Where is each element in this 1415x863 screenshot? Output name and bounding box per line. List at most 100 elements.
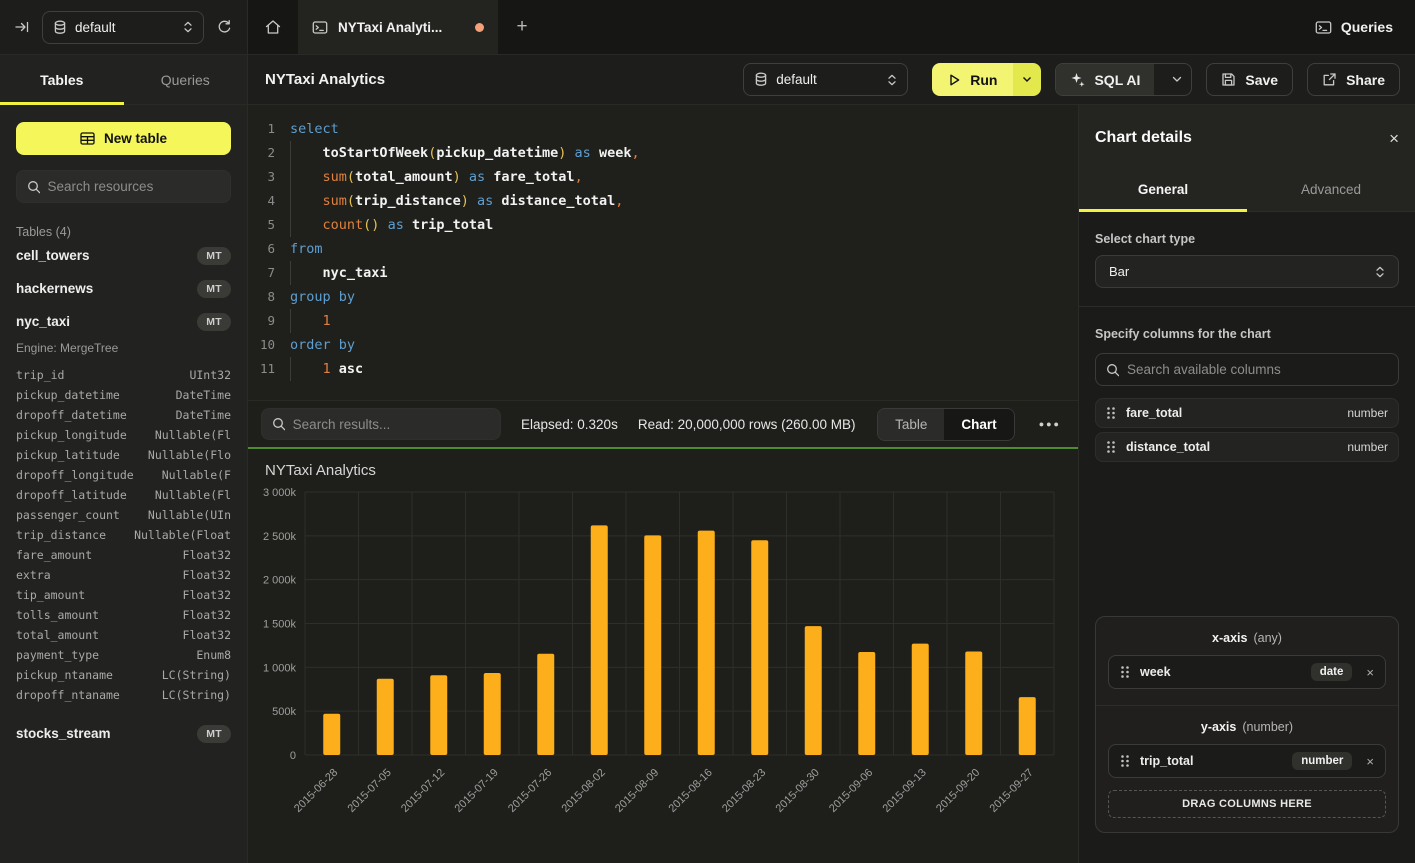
- table-list: cell_towersMThackernewsMTnyc_taxiMTEngin…: [16, 239, 231, 750]
- chart-bar[interactable]: [858, 652, 875, 755]
- column-row: extraFloat32: [16, 565, 231, 585]
- y-tick-label: 2 500k: [263, 531, 297, 543]
- x-tick-label: 2015-08-16: [667, 767, 715, 815]
- tab-advanced[interactable]: Advanced: [1247, 168, 1415, 211]
- unsaved-dot: [475, 23, 484, 32]
- chart-bar[interactable]: [698, 531, 715, 755]
- y-axis-chip-name: trip_total: [1140, 754, 1282, 768]
- sql-ai-label: SQL AI: [1094, 72, 1140, 88]
- view-chart-button[interactable]: Chart: [944, 409, 1013, 440]
- chart-bar[interactable]: [805, 626, 822, 755]
- column-kind: number: [1347, 440, 1388, 454]
- x-axis-chip-name: week: [1140, 665, 1301, 679]
- chart-bar[interactable]: [912, 644, 929, 755]
- columns-search-input[interactable]: [1127, 362, 1388, 377]
- available-column-distance_total[interactable]: distance_total number: [1095, 432, 1399, 462]
- sidebar-tab-tables[interactable]: Tables: [0, 55, 124, 104]
- column-row: dropoff_latitudeNullable(Fl: [16, 485, 231, 505]
- topbar-database-select[interactable]: default: [42, 11, 204, 44]
- run-label: Run: [970, 72, 997, 88]
- close-icon[interactable]: ×: [1389, 130, 1399, 147]
- x-axis-chip[interactable]: week date ×: [1108, 655, 1386, 689]
- collapse-sidebar-icon[interactable]: [14, 19, 30, 35]
- chart-type-select[interactable]: Bar: [1095, 255, 1399, 288]
- tab-strip: NYTaxi Analyti... +: [248, 0, 1293, 54]
- search-icon: [272, 417, 285, 431]
- chart-bar[interactable]: [1019, 697, 1036, 755]
- drag-handle-icon: [1120, 665, 1130, 679]
- remove-icon[interactable]: ×: [1366, 754, 1374, 769]
- sql-editor[interactable]: 1select2 toStartOfWeek(pickup_datetime) …: [248, 105, 1078, 400]
- table-item-nyc_taxi[interactable]: nyc_taxiMT: [16, 305, 231, 338]
- results-chart-card: NYTaxi Analytics 0500k1 000k1 500k2 000k…: [248, 447, 1078, 863]
- chart-bar[interactable]: [644, 535, 661, 755]
- share-label: Share: [1346, 72, 1385, 88]
- x-axis-chip-type: date: [1311, 663, 1353, 681]
- x-tick-label: 2015-08-30: [774, 767, 822, 815]
- chart-bar[interactable]: [484, 673, 501, 755]
- sql-ai-options-button[interactable]: [1163, 64, 1191, 95]
- chevron-down-icon: [1172, 76, 1182, 83]
- column-row: fare_amountFloat32: [16, 545, 231, 565]
- table-item-stocks_stream[interactable]: stocks_streamMT: [16, 717, 231, 750]
- share-button[interactable]: Share: [1307, 63, 1400, 96]
- axes-box: x-axis (any) week date × y-axis: [1095, 616, 1399, 833]
- y-axis-chip[interactable]: trip_total number ×: [1108, 744, 1386, 778]
- table-item-cell_towers[interactable]: cell_towersMT: [16, 239, 231, 272]
- column-row: trip_distanceNullable(Float: [16, 525, 231, 545]
- sidebar: Tables Queries New table Tables (4) cell…: [0, 55, 248, 863]
- line-number: 11: [248, 357, 290, 381]
- x-tick-label: 2015-09-06: [827, 767, 875, 815]
- remove-icon[interactable]: ×: [1366, 665, 1374, 680]
- new-tab-button[interactable]: +: [498, 0, 546, 54]
- sql-ai-button[interactable]: SQL AI: [1056, 64, 1154, 95]
- sidebar-search-input[interactable]: [48, 179, 220, 194]
- y-tick-label: 1 500k: [263, 619, 297, 631]
- editor-line: 10order by: [248, 333, 1078, 357]
- line-number: 1: [248, 117, 290, 141]
- column-row: pickup_ntanameLC(String): [16, 665, 231, 685]
- chart-bar[interactable]: [537, 654, 554, 755]
- chevron-updown-icon: [1375, 265, 1385, 279]
- y-tick-label: 0: [290, 750, 296, 762]
- x-tick-label: 2015-07-19: [453, 767, 501, 815]
- run-options-button[interactable]: [1013, 63, 1041, 96]
- editor-line: 5 count() as trip_total: [248, 213, 1078, 237]
- x-tick-label: 2015-08-09: [613, 767, 661, 815]
- table-name: cell_towers: [16, 248, 90, 263]
- refresh-icon[interactable]: [216, 19, 233, 36]
- more-options-button[interactable]: ●●●: [1035, 419, 1065, 429]
- chart-bar[interactable]: [323, 714, 340, 755]
- chart-bar[interactable]: [751, 540, 768, 755]
- run-button[interactable]: Run: [932, 63, 1013, 96]
- chevron-updown-icon: [183, 20, 193, 34]
- chart-bar[interactable]: [965, 652, 982, 755]
- y-tick-label: 1 000k: [263, 662, 297, 674]
- line-number: 2: [248, 141, 290, 165]
- table-item-hackernews[interactable]: hackernewsMT: [16, 272, 231, 305]
- view-table-button[interactable]: Table: [878, 409, 944, 440]
- column-row: pickup_latitudeNullable(Flo: [16, 445, 231, 465]
- panel-body: Select chart type Bar Specify columns fo…: [1079, 212, 1415, 863]
- save-button[interactable]: Save: [1206, 63, 1293, 96]
- sidebar-tabs: Tables Queries: [0, 55, 247, 105]
- sidebar-tab-queries[interactable]: Queries: [124, 55, 248, 104]
- y-axis-name: y-axis: [1201, 720, 1236, 734]
- column-row: payment_typeEnum8: [16, 645, 231, 665]
- queries-button[interactable]: Queries: [1315, 19, 1393, 35]
- engine-badge: MT: [197, 313, 231, 331]
- new-table-label: New table: [104, 131, 167, 146]
- column-row: passenger_countNullable(UIn: [16, 505, 231, 525]
- home-tab[interactable]: [248, 0, 298, 54]
- available-column-fare_total[interactable]: fare_totalnumber: [1095, 398, 1399, 428]
- toolbar-database-select[interactable]: default: [743, 63, 908, 96]
- column-name: distance_total: [1126, 440, 1337, 454]
- chart-bar[interactable]: [430, 675, 447, 755]
- chart-bar[interactable]: [377, 679, 394, 755]
- drop-zone[interactable]: DRAG COLUMNS HERE: [1108, 790, 1386, 818]
- new-table-button[interactable]: New table: [16, 122, 231, 155]
- tab-general[interactable]: General: [1079, 168, 1247, 211]
- chart-bar[interactable]: [591, 525, 608, 755]
- tab-nytaxi-analytics[interactable]: NYTaxi Analyti...: [298, 0, 498, 54]
- results-search-input[interactable]: [293, 417, 490, 432]
